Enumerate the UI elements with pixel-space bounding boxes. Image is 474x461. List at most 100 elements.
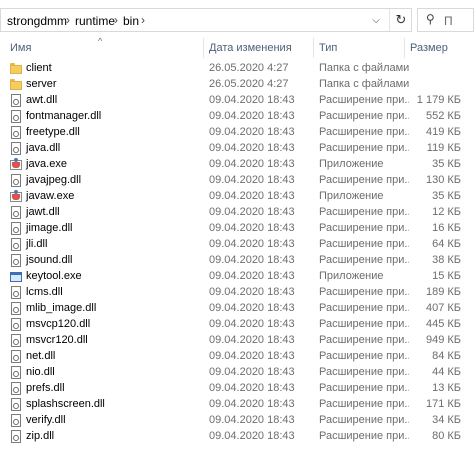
file-row[interactable]: awt.dll 09.04.2020 18:43 Расширение при...… <box>0 93 474 109</box>
file-row[interactable]: server 26.05.2020 4:27 Папка с файлами <box>0 77 474 93</box>
file-row[interactable]: mlib_image.dll 09.04.2020 18:43 Расширение… <box>0 301 474 317</box>
file-size: 419 КБ <box>425 126 461 138</box>
file-date: 09.04.2020 18:43 <box>209 94 295 106</box>
java-exe-icon <box>10 158 22 172</box>
file-date: 09.04.2020 18:43 <box>209 126 295 138</box>
breadcrumb-runtime[interactable]: runtime <box>75 14 115 28</box>
dll-icon <box>10 430 22 444</box>
file-row[interactable]: fontmanager.dll 09.04.2020 18:43 Расширени… <box>0 109 474 125</box>
file-name[interactable]: fontmanager.dll <box>26 110 101 122</box>
file-row[interactable]: keytool.exe 09.04.2020 18:43 Приложение 15 … <box>0 269 474 285</box>
file-type: Расширение при... <box>319 110 409 122</box>
column-header-size[interactable]: Размер <box>410 42 448 54</box>
file-name[interactable]: awt.dll <box>26 94 57 106</box>
file-row[interactable]: lcms.dll 09.04.2020 18:43 Расширение при..… <box>0 285 474 301</box>
file-name[interactable]: splashscreen.dll <box>26 398 105 410</box>
file-date: 09.04.2020 18:43 <box>209 334 295 346</box>
file-name[interactable]: zip.dll <box>26 430 54 442</box>
breadcrumb-separator-icon[interactable]: › <box>66 13 70 27</box>
breadcrumb-separator-icon[interactable]: › <box>141 13 145 27</box>
file-name[interactable]: jsound.dll <box>26 254 72 266</box>
file-row[interactable]: zip.dll 09.04.2020 18:43 Расширение при...… <box>0 429 474 445</box>
file-type: Расширение при... <box>319 366 409 378</box>
file-name[interactable]: nio.dll <box>26 366 55 378</box>
column-header-name[interactable]: Имя <box>10 42 31 54</box>
file-type: Расширение при... <box>319 430 409 442</box>
address-bar[interactable]: strongdmm › runtime › bin › ⌵ ↻ <box>0 8 412 32</box>
file-name[interactable]: msvcp120.dll <box>26 318 90 330</box>
file-date: 09.04.2020 18:43 <box>209 142 295 154</box>
column-header-type[interactable]: Тип <box>319 42 337 54</box>
file-size: 80 КБ <box>432 430 461 442</box>
file-name[interactable]: javajpeg.dll <box>26 174 81 186</box>
app-exe-icon <box>10 270 22 284</box>
file-row[interactable]: jsound.dll 09.04.2020 18:43 Расширение при… <box>0 253 474 269</box>
file-date: 09.04.2020 18:43 <box>209 206 295 218</box>
file-date: 09.04.2020 18:43 <box>209 350 295 362</box>
file-name[interactable]: lcms.dll <box>26 286 63 298</box>
file-name[interactable]: net.dll <box>26 350 55 362</box>
file-row[interactable]: splashscreen.dll 09.04.2020 18:43 Расширен… <box>0 397 474 413</box>
refresh-icon[interactable]: ↻ <box>389 9 412 31</box>
file-row[interactable]: javajpeg.dll 09.04.2020 18:43 Расширение п… <box>0 173 474 189</box>
file-name[interactable]: msvcr120.dll <box>26 334 88 346</box>
file-name[interactable]: mlib_image.dll <box>26 302 96 314</box>
file-row[interactable]: javaw.exe 09.04.2020 18:43 Приложение 35 КБ <box>0 189 474 205</box>
dll-icon <box>10 206 22 220</box>
file-type: Расширение при... <box>319 238 409 250</box>
file-row[interactable]: prefs.dll 09.04.2020 18:43 Расширение при.… <box>0 381 474 397</box>
file-row[interactable]: jli.dll 09.04.2020 18:43 Расширение при...… <box>0 237 474 253</box>
dll-icon <box>10 350 22 364</box>
file-type: Приложение <box>319 190 384 202</box>
file-name[interactable]: verify.dll <box>26 414 66 426</box>
file-name[interactable]: server <box>26 78 57 90</box>
file-name[interactable]: prefs.dll <box>26 382 65 394</box>
file-date: 26.05.2020 4:27 <box>209 62 289 74</box>
file-type: Расширение при... <box>319 286 409 298</box>
dll-icon <box>10 318 22 332</box>
file-row[interactable]: jawt.dll 09.04.2020 18:43 Расширение при..… <box>0 205 474 221</box>
file-type: Приложение <box>319 158 384 170</box>
file-size: 949 КБ <box>425 334 461 346</box>
file-name[interactable]: java.dll <box>26 142 60 154</box>
file-row[interactable]: client 26.05.2020 4:27 Папка с файлами <box>0 61 474 77</box>
file-name[interactable]: java.exe <box>26 158 67 170</box>
dll-icon <box>10 142 22 156</box>
file-row[interactable]: verify.dll 09.04.2020 18:43 Расширение при… <box>0 413 474 429</box>
file-row[interactable]: msvcr120.dll 09.04.2020 18:43 Расширение п… <box>0 333 474 349</box>
file-name[interactable]: jawt.dll <box>26 206 60 218</box>
breadcrumb-separator-icon[interactable]: › <box>114 13 118 27</box>
dll-icon <box>10 126 22 140</box>
file-name[interactable]: javaw.exe <box>26 190 74 202</box>
column-divider[interactable] <box>203 38 204 58</box>
column-header-date[interactable]: Дата изменения <box>209 42 292 54</box>
search-box[interactable]: ⚲ П <box>417 8 474 32</box>
file-name[interactable]: freetype.dll <box>26 126 80 138</box>
file-size: 84 КБ <box>432 350 461 362</box>
column-divider[interactable] <box>404 38 405 58</box>
file-name[interactable]: keytool.exe <box>26 270 82 282</box>
file-type: Расширение при... <box>319 222 409 234</box>
file-date: 09.04.2020 18:43 <box>209 318 295 330</box>
toolbar: strongdmm › runtime › bin › ⌵ ↻ ⚲ П <box>0 0 474 38</box>
file-row[interactable]: net.dll 09.04.2020 18:43 Расширение при...… <box>0 349 474 365</box>
address-history-dropdown-icon[interactable]: ⌵ <box>365 9 387 31</box>
file-row[interactable]: java.dll 09.04.2020 18:43 Расширение при..… <box>0 141 474 157</box>
file-name[interactable]: jli.dll <box>26 238 47 250</box>
dll-icon <box>10 254 22 268</box>
file-type: Расширение при... <box>319 302 409 314</box>
breadcrumb-strongdmm[interactable]: strongdmm <box>7 14 67 28</box>
column-divider[interactable] <box>313 38 314 58</box>
file-row[interactable]: nio.dll 09.04.2020 18:43 Расширение при...… <box>0 365 474 381</box>
breadcrumb-bin[interactable]: bin <box>123 14 139 28</box>
file-name[interactable]: client <box>26 62 52 74</box>
file-row[interactable]: freetype.dll 09.04.2020 18:43 Расширение п… <box>0 125 474 141</box>
file-row[interactable]: java.exe 09.04.2020 18:43 Приложение 35 КБ <box>0 157 474 173</box>
file-type: Расширение при... <box>319 142 409 154</box>
file-row[interactable]: jimage.dll 09.04.2020 18:43 Расширение при… <box>0 221 474 237</box>
dll-icon <box>10 94 22 108</box>
file-name[interactable]: jimage.dll <box>26 222 72 234</box>
file-date: 09.04.2020 18:43 <box>209 270 295 282</box>
file-row[interactable]: msvcp120.dll 09.04.2020 18:43 Расширение п… <box>0 317 474 333</box>
file-date: 09.04.2020 18:43 <box>209 110 295 122</box>
